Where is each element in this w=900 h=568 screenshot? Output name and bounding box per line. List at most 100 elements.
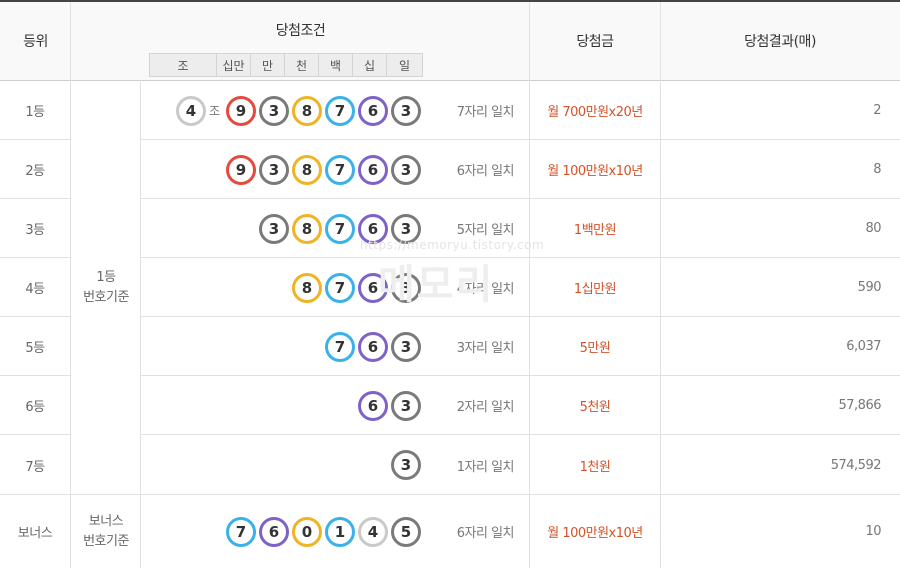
rank-cell: 1등 <box>25 105 45 120</box>
lottery-ball: 3 <box>259 154 289 185</box>
winning-number-balls: 760145 <box>141 495 421 568</box>
row-divider <box>140 198 900 199</box>
winner-count: 2 <box>873 103 881 118</box>
basis-main-line1: 1등 <box>96 269 116 285</box>
match-count: 2자리 일치 <box>456 400 515 415</box>
winning-number-balls: 763 <box>141 317 421 376</box>
row-divider <box>140 139 900 140</box>
match-count: 1자리 일치 <box>456 459 515 475</box>
rank-cell: 2등 <box>25 164 45 179</box>
lottery-ball: 8 <box>292 272 322 303</box>
row-divider <box>0 316 70 317</box>
winner-count: 574,592 <box>830 457 882 473</box>
row-divider <box>140 257 900 258</box>
lottery-ball: 4 <box>175 95 206 126</box>
lottery-ball: 7 <box>325 154 355 185</box>
rank-cell: 6등 <box>25 400 45 415</box>
lottery-ball: 5 <box>391 516 421 547</box>
lottery-ball: 6 <box>358 331 388 362</box>
prize-amount: 1천원 <box>579 459 611 475</box>
lottery-ball: 7 <box>325 331 355 362</box>
basis-bonus: 보너스 번호기준 <box>71 495 141 568</box>
digit-place-100k: 십만 <box>216 54 250 76</box>
lottery-result-table: 등위 당첨조건 조 십만 만 천 백 십 일 당첨금 당첨결과(매) 1등 번호… <box>0 0 900 568</box>
match-count: 7자리 일치 <box>456 105 515 120</box>
header-rank: 등위 <box>0 2 71 80</box>
rank-cell: 5등 <box>25 341 45 356</box>
rank-cell: 보너스 <box>17 526 53 541</box>
col-divider <box>70 2 71 568</box>
lottery-ball: 3 <box>259 213 289 244</box>
digit-place-1k: 천 <box>284 54 318 76</box>
winning-number-balls: 3 <box>141 435 421 495</box>
lottery-ball: 3 <box>391 331 421 362</box>
prize-amount: 월 100만원x10년 <box>547 164 643 179</box>
rank-cell: 7등 <box>25 459 45 475</box>
lottery-ball: 8 <box>292 213 322 244</box>
winner-count: 57,866 <box>838 398 882 413</box>
digit-place-jo: 조 <box>177 58 189 73</box>
digit-place-10: 십 <box>352 54 386 76</box>
basis-main: 1등 번호기준 <box>71 81 141 494</box>
rank-cell: 4등 <box>25 282 45 297</box>
row-divider <box>140 316 900 317</box>
row-divider <box>0 434 70 435</box>
row-divider <box>0 257 70 258</box>
winner-count: 6,037 <box>846 339 881 354</box>
row-divider <box>0 375 70 376</box>
lottery-ball: 4 <box>358 516 388 547</box>
winning-number-balls: 63 <box>141 376 421 435</box>
lottery-ball: 3 <box>391 95 421 126</box>
prize-amount: 5천원 <box>579 400 611 415</box>
header-condition-label: 당첨조건 <box>275 23 326 39</box>
lottery-ball: 3 <box>391 450 421 480</box>
lottery-ball: 9 <box>226 95 256 126</box>
lottery-ball: 7 <box>226 516 256 547</box>
lottery-ball: 6 <box>259 516 289 547</box>
header-divider <box>0 80 900 81</box>
prize-amount: 1십만원 <box>573 282 617 297</box>
row-divider <box>0 139 70 140</box>
lottery-ball: 6 <box>358 390 388 421</box>
jo-label: 조 <box>208 104 220 118</box>
winning-number-balls: 4조938763 <box>141 81 421 140</box>
row-divider <box>0 494 900 495</box>
col-divider <box>529 2 530 568</box>
lottery-ball: 1 <box>325 516 355 547</box>
winning-number-balls: 938763 <box>141 140 421 199</box>
basis-bonus-line1: 보너스 <box>88 513 124 529</box>
match-count: 6자리 일치 <box>456 164 515 179</box>
digit-place-1: 일 <box>386 54 422 76</box>
row-divider <box>140 375 900 376</box>
header-prize: 당첨금 <box>530 2 660 80</box>
lottery-ball: 0 <box>292 516 322 547</box>
lottery-ball: 3 <box>259 95 289 126</box>
winner-count: 8 <box>873 162 881 177</box>
basis-bonus-line2: 번호기준 <box>83 533 129 549</box>
prize-amount: 5만원 <box>579 341 611 356</box>
watermark-logo: 메모리 <box>378 262 495 308</box>
match-count: 3자리 일치 <box>456 341 515 356</box>
lottery-ball: 7 <box>325 213 355 244</box>
row-divider <box>140 434 900 435</box>
lottery-ball: 9 <box>226 154 256 185</box>
winner-count: 590 <box>857 280 882 295</box>
winner-count: 10 <box>865 524 881 539</box>
digit-place-header: 조 십만 만 천 백 십 일 <box>149 53 423 77</box>
prize-amount: 1백만원 <box>573 223 617 238</box>
lottery-ball: 8 <box>292 95 322 126</box>
lottery-ball: 7 <box>325 272 355 303</box>
col-divider <box>660 2 661 568</box>
digit-place-100: 백 <box>318 54 352 76</box>
row-divider <box>0 198 70 199</box>
lottery-ball: 3 <box>391 154 421 185</box>
rank-cell: 3등 <box>25 223 45 238</box>
header-result: 당첨결과(매) <box>660 2 900 80</box>
prize-amount: 월 700만원x20년 <box>547 105 643 120</box>
lottery-ball: 7 <box>325 95 355 126</box>
winner-count: 80 <box>865 221 881 236</box>
watermark-url: https://memoryu.tistory.com <box>360 238 545 252</box>
lottery-ball: 6 <box>358 95 388 126</box>
digit-place-10k: 만 <box>250 54 284 76</box>
lottery-ball: 8 <box>292 154 322 185</box>
